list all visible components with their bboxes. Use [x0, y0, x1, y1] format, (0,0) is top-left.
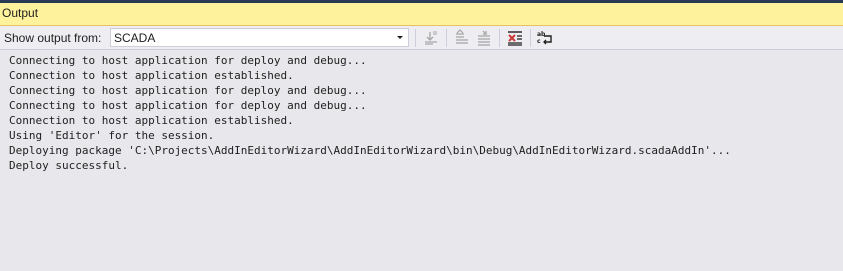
output-line: Connecting to host application for deplo…: [9, 99, 367, 112]
output-text-area[interactable]: Connecting to host application for deplo…: [0, 50, 843, 271]
output-panel-title-bar[interactable]: Output: [0, 3, 843, 26]
output-line: Deploying package 'C:\Projects\AddInEdit…: [9, 144, 731, 157]
previous-message-button[interactable]: [452, 28, 472, 48]
word-wrap-icon: ab c: [537, 31, 552, 45]
toolbar-separator: [530, 29, 531, 47]
chevron-down-icon[interactable]: [393, 30, 407, 45]
next-message-icon: [478, 30, 490, 46]
svg-text:c: c: [537, 38, 541, 45]
toolbar-separator: [499, 29, 500, 47]
word-wrap-button[interactable]: ab c: [535, 28, 555, 48]
toolbar-separator: [446, 29, 447, 47]
output-line: Deploy successful.: [9, 159, 129, 172]
show-output-label: Show output from:: [4, 31, 102, 45]
go-to-line-button[interactable]: [421, 28, 441, 48]
output-source-select[interactable]: SCADA: [110, 28, 409, 47]
svg-text:ab: ab: [537, 31, 546, 38]
output-line: Connection to host application establish…: [9, 69, 294, 82]
output-line: Using 'Editor' for the session.: [9, 129, 215, 142]
previous-message-icon: [456, 29, 468, 44]
clear-all-button[interactable]: [505, 28, 525, 48]
output-line: Connecting to host application for deplo…: [9, 84, 367, 97]
output-toolbar: Show output from: SCADA ab c: [0, 26, 843, 50]
panel-title: Output: [2, 6, 39, 20]
output-source-value: SCADA: [114, 31, 156, 45]
output-line: Connection to host application establish…: [9, 114, 294, 127]
next-message-button[interactable]: [474, 28, 494, 48]
clear-all-icon: [508, 31, 522, 46]
output-lines: Connecting to host application for deplo…: [9, 53, 731, 173]
go-to-line-icon: [425, 31, 437, 45]
output-line: Connecting to host application for deplo…: [9, 54, 367, 67]
toolbar-separator: [415, 29, 416, 47]
